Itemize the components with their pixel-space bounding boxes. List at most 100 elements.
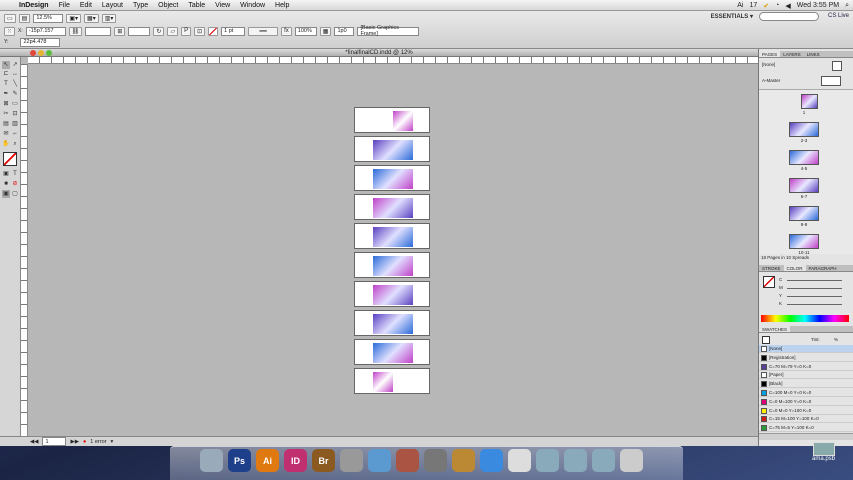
swatch-row[interactable]: C=100 M=0 Y=0 K=0 [759,389,853,397]
document-spread[interactable] [354,223,430,249]
scissors-tool-icon[interactable]: ✂ [2,110,10,118]
workspace-switcher[interactable]: ESSENTIALS ▾ [711,13,753,20]
dock-item-imovie-icon[interactable] [424,449,447,472]
first-page-button[interactable]: ◀◀ [30,439,38,445]
dock-item-downloads-icon[interactable] [592,449,615,472]
dock-item-trash-icon[interactable] [620,449,643,472]
close-window-button[interactable] [30,50,36,56]
gap-tool-icon[interactable]: ↔ [11,70,19,78]
tab-pages[interactable]: PAGES [759,51,781,57]
swatch-row[interactable]: C=0 M=100 Y=0 K=0 [759,398,853,406]
swatch-row[interactable]: [None] [759,345,853,353]
app-menu[interactable]: InDesign [14,2,54,9]
apply-none-icon[interactable]: ⊘ [11,180,19,188]
desktop-file[interactable]: ama.psb [812,442,835,462]
rotate-icon[interactable]: ↻ [153,26,165,36]
tab-swatches[interactable]: SWATCHES [759,326,791,332]
zoom-select[interactable]: 12.5% [33,13,64,23]
dock-item-preview-icon[interactable] [340,449,363,472]
preview-mode-icon[interactable]: ▢ [11,190,19,198]
document-spread[interactable] [354,281,430,307]
eyedropper-tool-icon[interactable]: ⌐ [11,130,19,138]
tint-value[interactable]: % [834,337,838,342]
direct-selection-tool-icon[interactable]: ↗ [11,61,19,69]
constrain-icon[interactable]: ⛓ [68,26,83,36]
swatch-row[interactable]: [Registration] [759,354,853,362]
opacity-field[interactable]: 100% [294,26,317,36]
apply-color-icon[interactable]: ■ [2,180,10,188]
stroke-style-icon[interactable]: ━━ [248,26,279,36]
swatch-fill-stroke-icon[interactable] [762,336,770,344]
view-options-icon[interactable]: ▤ [18,13,31,23]
document-spread[interactable] [354,165,430,191]
next-page-button[interactable]: ▶▶ [70,439,78,445]
offset-field[interactable]: 1p0 [334,26,355,36]
swatch-row[interactable]: [Paper] [759,371,853,380]
minimize-window-button[interactable] [38,50,44,56]
volume-icon[interactable]: ◀ [785,2,790,10]
cs-live-button[interactable]: CS Live [828,13,849,19]
tab-stroke[interactable]: STROKE [759,265,784,271]
menu-layout[interactable]: Layout [97,2,128,9]
fill-stroke-swatch-icon[interactable] [3,152,17,166]
tab-paragraph[interactable]: PARAGRAPH [806,265,840,271]
page-thumbnail[interactable] [801,94,818,109]
dock-item-calendar-icon[interactable] [508,449,531,472]
color-channel-row[interactable]: M [779,285,851,292]
dock-item-finder-icon[interactable] [200,449,223,472]
document-spread[interactable] [354,252,430,278]
wrap-icon[interactable]: ▦ [319,26,332,36]
master-none-thumb[interactable] [832,61,842,71]
color-spectrum[interactable] [761,315,849,322]
document-spread[interactable] [354,136,430,162]
shear-icon[interactable]: ▱ [167,26,179,36]
flip-icon[interactable]: P [181,26,192,36]
dock-item-folder-icon[interactable] [536,449,559,472]
menu-view[interactable]: View [210,2,235,9]
dock-item-apps-icon[interactable] [564,449,587,472]
wifi-icon[interactable]: ◔ [775,2,779,9]
check-icon[interactable]: ✔ [763,2,769,10]
search-input[interactable] [759,12,819,21]
scale-icon[interactable]: ⊞ [114,26,126,36]
menu-window[interactable]: Window [235,2,270,9]
color-channel-slider[interactable] [787,280,842,281]
formatting-affects-container-icon[interactable]: ▣ [2,170,10,178]
screen-mode-button[interactable]: ▣▾ [66,13,82,23]
color-channel-slider[interactable] [787,288,842,289]
document-spread[interactable] [354,107,430,133]
page-tool-icon[interactable]: ⊏ [2,70,10,78]
select-container-icon[interactable]: ⊡ [194,26,206,36]
dock-item-safari-icon[interactable] [480,449,503,472]
scale-field[interactable] [128,26,151,36]
color-channel-row[interactable]: Y [779,293,851,300]
zoom-window-button[interactable] [46,50,52,56]
selection-tool-icon[interactable]: ↖ [2,61,10,69]
dock-item-photos-icon[interactable] [396,449,419,472]
swatch-row[interactable]: C=70 M=79 Y=0 K=0 [759,363,853,371]
menu-file[interactable]: File [54,2,75,9]
pencil-tool-icon[interactable]: ✎ [11,90,19,98]
master-a-thumb[interactable] [821,76,841,86]
line-tool-icon[interactable]: ╲ [11,80,19,88]
preflight-status[interactable]: 1 error [90,439,106,445]
gradient-tool-icon[interactable]: ▤ [2,120,10,128]
swatch-row[interactable]: C=15 M=100 Y=100 K=0 [759,415,853,424]
color-channel-slider[interactable] [787,304,842,305]
page-thumbnail[interactable] [789,178,819,193]
color-channel-row[interactable]: K [779,301,851,308]
frame-tool-icon[interactable]: ⊠ [2,100,10,108]
rectangle-tool-icon[interactable]: ▭ [11,100,19,108]
tab-links[interactable]: LINKS [804,51,823,57]
dock-item-ai-icon[interactable]: Ai [256,449,279,472]
color-fill-stroke-icon[interactable] [763,276,775,288]
color-channel-slider[interactable] [787,296,842,297]
frame-style-select[interactable]: [Basic Graphics Frame] [357,25,420,37]
page-number-field[interactable]: 1 [42,437,67,446]
spotlight-icon[interactable]: ⌕ [845,2,849,10]
tab-layers[interactable]: LAYERS [780,51,803,57]
stroke-weight-field[interactable]: 1 pt [221,26,246,36]
dock-item-garage-icon[interactable] [452,449,475,472]
color-channel-row[interactable]: C [779,277,851,284]
zoom-tool-icon[interactable]: ⌕ [11,140,19,148]
